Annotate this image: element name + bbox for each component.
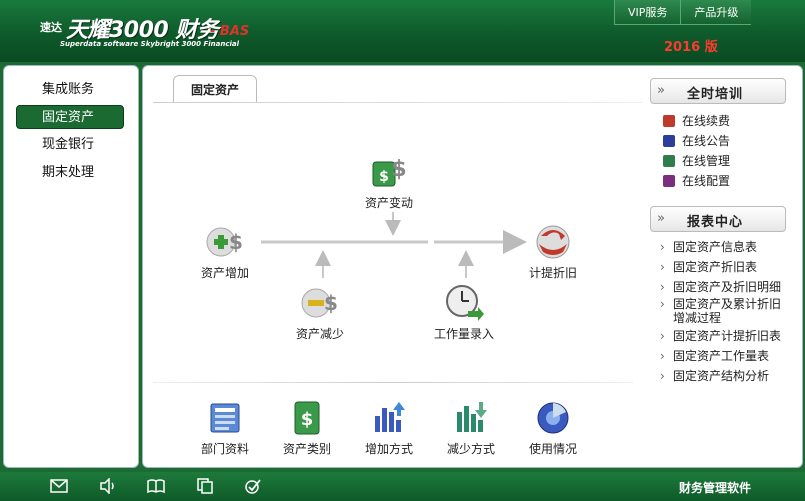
logo-suffix-text: - BAS bbox=[210, 24, 250, 39]
asset-add-node[interactable]: $ 资产增加 bbox=[185, 222, 265, 281]
online-manage-label: 在线管理 bbox=[682, 154, 731, 168]
tool-department[interactable]: 部门资料 bbox=[185, 398, 265, 457]
reports-header[interactable]: » 报表中心 bbox=[650, 206, 786, 232]
logo-small-text: 速达 bbox=[40, 21, 62, 34]
version-label: 2016 版 bbox=[664, 40, 718, 55]
check-icon[interactable] bbox=[244, 478, 262, 494]
report-link[interactable]: › 固定资产计提折旧表 bbox=[660, 329, 790, 343]
report-link[interactable]: › 固定资产及折旧明细 bbox=[660, 280, 790, 294]
svg-text:$: $ bbox=[229, 230, 243, 254]
chevron-right-icon: › bbox=[660, 349, 665, 363]
chevron-right-icon: › bbox=[660, 240, 665, 254]
tool-asset-category[interactable]: $ 资产类别 bbox=[267, 398, 347, 457]
book-icon[interactable] bbox=[147, 478, 165, 494]
asset-reduce-label: 资产减少 bbox=[295, 327, 344, 341]
workload-entry-node[interactable]: 工作量录入 bbox=[424, 283, 504, 342]
double-chevron-icon: » bbox=[657, 211, 665, 226]
speaker-icon[interactable] bbox=[99, 478, 117, 494]
tool-add-method-label: 增加方式 bbox=[364, 442, 413, 456]
report-label: 固定资产工作量表 bbox=[673, 349, 770, 363]
online-renew-label: 在线续费 bbox=[682, 114, 731, 128]
report-link[interactable]: › 固定资产折旧表 bbox=[660, 260, 790, 274]
chevron-right-icon: › bbox=[660, 329, 665, 343]
tool-usage-label: 使用情况 bbox=[528, 442, 577, 456]
tool-add-method[interactable]: 增加方式 bbox=[349, 398, 429, 457]
double-chevron-icon: » bbox=[657, 83, 665, 98]
chevron-right-icon: › bbox=[660, 280, 665, 294]
asset-add-label: 资产增加 bbox=[200, 266, 249, 280]
app-header: 速达 天耀3000 财务 - BAS Superdata software Sk… bbox=[0, 0, 805, 62]
depreciation-icon bbox=[536, 225, 570, 259]
vip-service-button[interactable]: VIP服务 bbox=[614, 0, 681, 25]
online-config-label: 在线配置 bbox=[682, 174, 731, 188]
main-panel: 固定资产 $ $ 资产变动 $ 资产增加 $ 资产减少 工作量录入 计提折旧 部… bbox=[142, 65, 803, 468]
svg-text:$: $ bbox=[391, 157, 406, 182]
tool-reduce-method-label: 减少方式 bbox=[446, 442, 495, 456]
report-label: 固定资产及累计折旧增减过程 bbox=[673, 297, 782, 325]
report-link[interactable]: › 固定资产结构分析 bbox=[660, 369, 790, 383]
asset-reduce-icon: $ bbox=[301, 288, 338, 318]
tool-reduce-method[interactable]: 减少方式 bbox=[431, 398, 511, 457]
report-link[interactable]: › 固定资产信息表 bbox=[660, 240, 790, 254]
asset-category-icon: $ bbox=[294, 401, 320, 435]
svg-text:$: $ bbox=[324, 291, 338, 315]
report-link[interactable]: › 固定资产工作量表 bbox=[660, 349, 790, 363]
section-divider bbox=[153, 382, 633, 383]
report-label: 固定资产折旧表 bbox=[673, 260, 758, 274]
tool-department-label: 部门资料 bbox=[200, 442, 249, 456]
mail-icon[interactable] bbox=[50, 478, 68, 494]
reports-title: 报表中心 bbox=[687, 215, 744, 230]
depreciation-label: 计提折旧 bbox=[528, 266, 577, 280]
sidebar-item-period-end[interactable]: 期末处理 bbox=[16, 161, 124, 185]
online-renew-link[interactable]: 在线续费 bbox=[663, 112, 730, 129]
chevron-right-icon: › bbox=[660, 369, 665, 383]
logo-subtitle: Superdata software Skybright 3000 Financ… bbox=[60, 40, 240, 48]
svg-text:$: $ bbox=[301, 409, 314, 430]
chevron-right-icon: › bbox=[660, 260, 665, 274]
usage-icon bbox=[537, 402, 569, 434]
book-icon bbox=[663, 134, 675, 147]
product-upgrade-button[interactable]: 产品升级 bbox=[680, 0, 752, 25]
sidebar: 集成账务 固定资产 现金银行 期末处理 bbox=[3, 65, 139, 468]
book-icon bbox=[663, 114, 675, 127]
online-manage-link[interactable]: 在线管理 bbox=[663, 152, 730, 169]
book-icon bbox=[663, 174, 675, 187]
add-method-icon bbox=[375, 402, 405, 432]
asset-change-node[interactable]: $ $ 资产变动 bbox=[349, 152, 429, 211]
flow-connectors bbox=[261, 212, 527, 278]
online-notice-label: 在线公告 bbox=[682, 134, 731, 148]
asset-reduce-node[interactable]: $ 资产减少 bbox=[280, 283, 360, 342]
asset-change-icon: $ $ bbox=[372, 157, 407, 187]
tool-asset-category-label: 资产类别 bbox=[282, 442, 331, 456]
asset-add-icon: $ bbox=[206, 227, 243, 257]
report-link[interactable]: › 固定资产及累计折旧增减过程 bbox=[660, 297, 790, 325]
depreciation-node[interactable]: 计提折旧 bbox=[513, 222, 593, 281]
report-label: 固定资产及折旧明细 bbox=[673, 280, 782, 294]
report-label: 固定资产信息表 bbox=[673, 240, 758, 254]
reduce-method-icon bbox=[457, 402, 487, 432]
book-icon bbox=[663, 154, 675, 167]
report-label: 固定资产计提折旧表 bbox=[673, 329, 782, 343]
sidebar-item-integrated-accounts[interactable]: 集成账务 bbox=[16, 78, 124, 102]
asset-change-label: 资产变动 bbox=[364, 196, 413, 210]
svg-text:$: $ bbox=[379, 169, 389, 185]
app-footer: 财务管理软件 bbox=[0, 472, 805, 501]
report-label: 固定资产结构分析 bbox=[673, 369, 770, 383]
tool-usage[interactable]: 使用情况 bbox=[513, 398, 593, 457]
department-icon bbox=[210, 403, 240, 433]
copy-icon[interactable] bbox=[196, 478, 214, 494]
sidebar-item-cash-bank[interactable]: 现金银行 bbox=[16, 133, 124, 157]
sidebar-item-fixed-assets[interactable]: 固定资产 bbox=[16, 105, 124, 129]
training-header[interactable]: » 全时培训 bbox=[650, 78, 786, 104]
online-notice-link[interactable]: 在线公告 bbox=[663, 132, 730, 149]
training-title: 全时培训 bbox=[687, 87, 744, 102]
workload-entry-label: 工作量录入 bbox=[433, 327, 494, 341]
clock-icon bbox=[446, 285, 484, 321]
footer-product-name: 财务管理软件 bbox=[679, 481, 752, 495]
online-config-link[interactable]: 在线配置 bbox=[663, 172, 730, 189]
top-nav: VIP服务 产品升级 bbox=[614, 0, 752, 25]
chevron-right-icon: › bbox=[660, 297, 665, 311]
